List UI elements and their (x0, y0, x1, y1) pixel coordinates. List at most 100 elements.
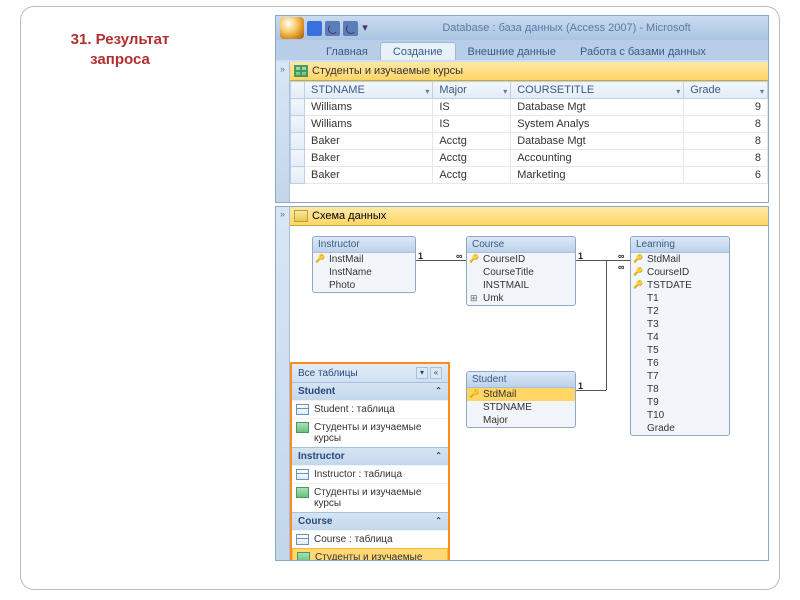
navpane-header[interactable]: Все таблицы ▾ « (292, 364, 448, 382)
chevron-down-icon[interactable]: ▾ (676, 87, 680, 96)
row-selector[interactable] (291, 99, 305, 116)
field-major[interactable]: Major (467, 414, 575, 427)
field-courseid[interactable]: CourseID (467, 253, 575, 266)
cell[interactable]: 8 (684, 150, 768, 167)
ribbon-tab-external[interactable]: Внешние данные (456, 43, 568, 60)
field-stdmail[interactable]: StdMail (631, 253, 729, 266)
ribbon-tab-dbtools[interactable]: Работа с базами данных (568, 43, 718, 60)
field-stdmail[interactable]: StdMail (467, 388, 575, 401)
table-box-instructor[interactable]: Instructor InstMail InstName Photo (312, 236, 416, 293)
field-tstdate[interactable]: TSTDATE (631, 279, 729, 292)
field-t5[interactable]: T5 (631, 344, 729, 357)
col-grade[interactable]: Grade▾ (684, 82, 768, 99)
cell[interactable]: Acctg (433, 150, 511, 167)
cell[interactable]: Acctg (433, 167, 511, 184)
chevron-down-icon[interactable]: ▾ (760, 87, 764, 96)
nav-item[interactable]: Student : таблица (292, 400, 448, 418)
nav-item[interactable]: Студенты и изучаемые курсы (292, 418, 448, 447)
chevron-up-icon[interactable]: ⌃ (435, 386, 442, 397)
datasheet-grid[interactable]: STDNAME▾ Major▾ COURSETITLE▾ Grade▾ Will… (290, 81, 768, 202)
table-row[interactable]: WilliamsISDatabase Mgt9 (291, 99, 768, 116)
field-t6[interactable]: T6 (631, 357, 729, 370)
undo-icon[interactable] (325, 21, 340, 36)
nav-item[interactable]: Instructor : таблица (292, 465, 448, 483)
table-box-header[interactable]: Student (467, 372, 575, 388)
col-coursetitle[interactable]: COURSETITLE▾ (511, 82, 684, 99)
cell[interactable]: Accounting (511, 150, 684, 167)
cell[interactable]: Baker (305, 150, 433, 167)
table-box-header[interactable]: Learning (631, 237, 729, 253)
nav-item[interactable]: Студенты и изучаемые курсы (292, 548, 448, 561)
navpane-collapse-icon[interactable]: » (276, 207, 290, 560)
nav-item[interactable]: Course : таблица (292, 530, 448, 548)
field-courseid[interactable]: CourseID (631, 266, 729, 279)
table-row[interactable]: BakerAcctgMarketing6 (291, 167, 768, 184)
field-stdname[interactable]: STDNAME (467, 401, 575, 414)
navpane-dropdown-icon[interactable]: ▾ (416, 367, 428, 379)
nav-item[interactable]: Студенты и изучаемые курсы (292, 483, 448, 512)
cell[interactable]: 9 (684, 99, 768, 116)
navpane-collapse-icon[interactable]: « (430, 367, 442, 379)
redo-icon[interactable] (343, 21, 358, 36)
chevron-up-icon[interactable]: ⌃ (435, 516, 442, 527)
nav-group-header[interactable]: Student⌃ (292, 382, 448, 400)
nav-group-header[interactable]: Instructor⌃ (292, 447, 448, 465)
field-t4[interactable]: T4 (631, 331, 729, 344)
field-umk[interactable]: Umk (467, 292, 575, 305)
cell[interactable]: IS (433, 99, 511, 116)
cell[interactable]: Baker (305, 133, 433, 150)
cell[interactable]: 8 (684, 116, 768, 133)
table-row[interactable]: WilliamsISSystem Analys8 (291, 116, 768, 133)
ribbon-tab-home[interactable]: Главная (314, 43, 380, 60)
field-instmail[interactable]: InstMail (313, 253, 415, 266)
field-grade[interactable]: Grade (631, 422, 729, 435)
cell[interactable]: 6 (684, 167, 768, 184)
row-selector[interactable] (291, 133, 305, 150)
qat-dropdown-icon[interactable]: ▾ (361, 21, 369, 36)
field-t2[interactable]: T2 (631, 305, 729, 318)
table-box-course[interactable]: Course CourseID CourseTitle INSTMAIL Umk (466, 236, 576, 306)
relationships-tab[interactable]: Схема данных (290, 207, 768, 226)
table-box-header[interactable]: Instructor (313, 237, 415, 253)
cell[interactable]: Williams (305, 99, 433, 116)
col-major[interactable]: Major▾ (433, 82, 511, 99)
row-selector-header[interactable] (291, 82, 305, 99)
row-selector[interactable] (291, 150, 305, 167)
cell[interactable]: Database Mgt (511, 99, 684, 116)
field-t7[interactable]: T7 (631, 370, 729, 383)
relationships-canvas[interactable]: Instructor InstMail InstName Photo Cours… (290, 226, 768, 560)
office-button[interactable] (280, 17, 304, 39)
row-selector[interactable] (291, 167, 305, 184)
field-coursetitle[interactable]: CourseTitle (467, 266, 575, 279)
table-row[interactable]: BakerAcctgAccounting8 (291, 150, 768, 167)
cell[interactable]: Acctg (433, 133, 511, 150)
field-t10[interactable]: T10 (631, 409, 729, 422)
field-t8[interactable]: T8 (631, 383, 729, 396)
table-box-student[interactable]: Student StdMail STDNAME Major (466, 371, 576, 428)
col-stdname[interactable]: STDNAME▾ (305, 82, 433, 99)
table-box-header[interactable]: Course (467, 237, 575, 253)
cell[interactable]: Marketing (511, 167, 684, 184)
field-t1[interactable]: T1 (631, 292, 729, 305)
nav-group-header[interactable]: Course⌃ (292, 512, 448, 530)
chevron-down-icon[interactable]: ▾ (503, 87, 507, 96)
row-selector[interactable] (291, 116, 305, 133)
chevron-down-icon[interactable]: ▾ (425, 87, 429, 96)
relationship-line[interactable] (606, 260, 607, 390)
cell[interactable]: System Analys (511, 116, 684, 133)
cell[interactable]: Database Mgt (511, 133, 684, 150)
save-icon[interactable] (307, 21, 322, 36)
cell[interactable]: Williams (305, 116, 433, 133)
query-result-tab[interactable]: Студенты и изучаемые курсы (290, 62, 768, 81)
field-instname[interactable]: InstName (313, 266, 415, 279)
navpane-collapse-icon[interactable]: » (276, 62, 290, 202)
field-t3[interactable]: T3 (631, 318, 729, 331)
chevron-up-icon[interactable]: ⌃ (435, 451, 442, 462)
table-box-learning[interactable]: Learning StdMail CourseID TSTDATE T1 T2 … (630, 236, 730, 436)
field-photo[interactable]: Photo (313, 279, 415, 292)
ribbon-tab-create[interactable]: Создание (380, 42, 456, 60)
table-row[interactable]: BakerAcctgDatabase Mgt8 (291, 133, 768, 150)
cell[interactable]: 8 (684, 133, 768, 150)
cell[interactable]: IS (433, 116, 511, 133)
field-instmail[interactable]: INSTMAIL (467, 279, 575, 292)
